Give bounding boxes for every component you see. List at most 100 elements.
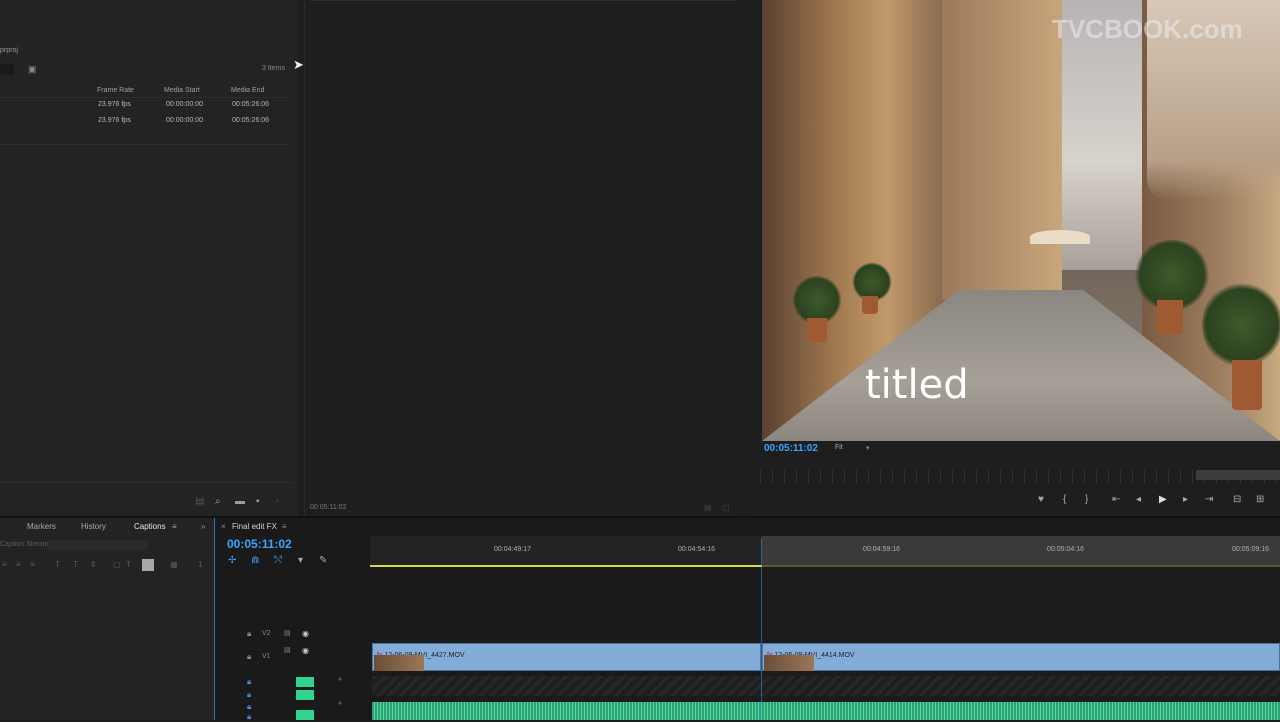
sync-lock-icon[interactable]: ▤: [284, 629, 291, 637]
source-timecode[interactable]: 00:05:11:02: [310, 504, 346, 511]
close-icon[interactable]: ×: [221, 522, 226, 531]
lock-icon[interactable]: 🔒︎: [247, 702, 251, 712]
clear-icon[interactable]: ▫: [276, 496, 280, 507]
media-start-cell: 00:00:00:00: [166, 117, 203, 124]
align-center-icon[interactable]: ≡: [16, 560, 21, 569]
table-row[interactable]: 23.976 fps 00:00:00:00 00:05:26:06: [0, 115, 290, 129]
mic-icon[interactable]: ●: [338, 700, 342, 707]
header-divider: [0, 97, 290, 98]
add-marker-icon[interactable]: ♥: [1038, 494, 1044, 505]
items-count: 3 Items: [262, 65, 285, 72]
linked-selection-icon[interactable]: ⤲: [274, 555, 282, 566]
media-end-cell: 00:05:26:06: [232, 117, 269, 124]
column-frame-rate[interactable]: Frame Rate: [97, 87, 134, 94]
lock-icon[interactable]: 🔒︎: [247, 690, 251, 700]
watermark: TVCBOOK.com: [1052, 14, 1243, 44]
font-size-icon[interactable]: ⇕: [90, 560, 97, 569]
step-forward-icon[interactable]: ▸: [1183, 494, 1188, 505]
lock-icon[interactable]: 🔒︎: [247, 677, 251, 687]
work-area-bar[interactable]: [370, 565, 762, 567]
program-ruler-zoom-bar[interactable]: [1196, 470, 1280, 480]
program-video-frame: TVCBOOK.com titled: [762, 0, 1280, 441]
column-media-end[interactable]: Media End: [231, 87, 264, 94]
row-divider: [0, 144, 290, 145]
title-overlay-text: titled: [865, 362, 969, 408]
eye-icon[interactable]: ◉: [302, 646, 309, 655]
step-back-icon[interactable]: ◂: [1136, 494, 1141, 505]
lock-icon[interactable]: 🔒︎: [247, 629, 251, 639]
mark-in-icon[interactable]: {: [1063, 494, 1066, 505]
add-marker-icon[interactable]: ▾: [298, 555, 303, 566]
sequence-menu-icon[interactable]: ≡: [282, 522, 287, 531]
snap-icon[interactable]: ⋒: [251, 555, 259, 566]
project-panel: [0, 0, 298, 516]
wrench-icon[interactable]: ✎: [319, 555, 327, 566]
pot: [862, 296, 878, 314]
tab-captions[interactable]: Captions: [134, 522, 166, 531]
video-clip[interactable]: fx 12-06-09-MVI_4427.MOV: [372, 643, 761, 671]
timeline-ruler-future[interactable]: [762, 536, 1280, 566]
audio-track-empty: [372, 676, 1280, 696]
source-top-divider: [310, 0, 736, 1]
more-tabs-icon[interactable]: »: [201, 522, 205, 531]
text-color-icon[interactable]: T: [126, 560, 131, 569]
source-settings-icon[interactable]: ▤: [704, 503, 712, 512]
pot: [1232, 360, 1262, 410]
program-timecode[interactable]: 00:05:11:02: [764, 443, 818, 454]
project-file-name: prproj: [0, 47, 18, 54]
column-media-start[interactable]: Media Start: [164, 87, 200, 94]
video-clip[interactable]: fx 12-06-09-MVI_4414.MOV: [762, 643, 1280, 671]
audio-meter: [296, 677, 314, 687]
clip-thumbnail: [764, 655, 814, 671]
italic-icon[interactable]: T: [55, 560, 60, 569]
find-icon[interactable]: ⌕: [215, 496, 221, 507]
mark-out-icon[interactable]: }: [1085, 494, 1088, 505]
frame-rate-cell: 23.976 fps: [98, 117, 131, 124]
color-swatch[interactable]: [142, 559, 154, 571]
caption-stream-field[interactable]: [48, 540, 148, 550]
audio-meter: [296, 710, 314, 720]
ruler-label: 00:04:54:16: [678, 546, 715, 553]
go-to-out-icon[interactable]: ⇥: [1205, 494, 1213, 505]
track-label-v1: V1: [262, 653, 271, 660]
table-row[interactable]: 23.976 fps 00:00:00:00 00:05:26:06: [0, 99, 290, 113]
playhead[interactable]: [761, 538, 762, 720]
zoom-select[interactable]: Fit: [835, 444, 843, 451]
ruler-label: 00:04:59:16: [863, 546, 900, 553]
align-left-icon[interactable]: ≡: [2, 560, 7, 569]
mic-icon[interactable]: ●: [338, 676, 342, 683]
align-right-icon[interactable]: ≡: [30, 560, 35, 569]
center-building: [942, 0, 1062, 300]
pot: [807, 318, 827, 342]
eye-icon[interactable]: ◉: [302, 629, 309, 638]
track-label-v2: V2: [262, 630, 271, 637]
play-icon[interactable]: ▶: [1159, 494, 1167, 505]
underline-icon[interactable]: T: [73, 560, 78, 569]
new-item-icon[interactable]: ▪: [256, 496, 260, 507]
lock-icon[interactable]: 🔒︎: [247, 712, 251, 722]
background-icon[interactable]: ▢: [113, 560, 121, 569]
chevron-down-icon[interactable]: ▾: [866, 444, 870, 452]
lift-icon[interactable]: ⊟: [1233, 494, 1241, 505]
source-export-icon[interactable]: ◫: [722, 503, 730, 512]
go-to-in-icon[interactable]: ⇤: [1112, 494, 1120, 505]
search-field[interactable]: [0, 64, 14, 75]
tab-markers[interactable]: Markers: [27, 522, 56, 531]
new-bin-button-icon[interactable]: ▬: [235, 496, 245, 507]
tab-sequence[interactable]: Final edit FX: [232, 522, 277, 531]
automate-icon[interactable]: ▤: [195, 496, 204, 507]
grid-position-icon[interactable]: ▦: [170, 560, 178, 569]
source-monitor: [304, 0, 740, 516]
new-bin-icon[interactable]: ▣: [28, 64, 37, 75]
nest-icon[interactable]: ✢: [228, 555, 236, 566]
row-count-icon[interactable]: 1: [198, 560, 202, 569]
panel-menu-icon[interactable]: ≡: [172, 522, 177, 531]
cafe-umbrella: [1030, 230, 1090, 244]
sync-lock-icon[interactable]: ▤: [284, 646, 291, 654]
tab-history[interactable]: History: [81, 522, 106, 531]
lock-icon[interactable]: 🔒︎: [247, 652, 251, 662]
extract-icon[interactable]: ⊞: [1256, 494, 1264, 505]
audio-clip[interactable]: [372, 702, 1280, 720]
media-start-cell: 00:00:00:00: [166, 101, 203, 108]
timeline-timecode[interactable]: 00:05:11:02: [227, 537, 292, 551]
